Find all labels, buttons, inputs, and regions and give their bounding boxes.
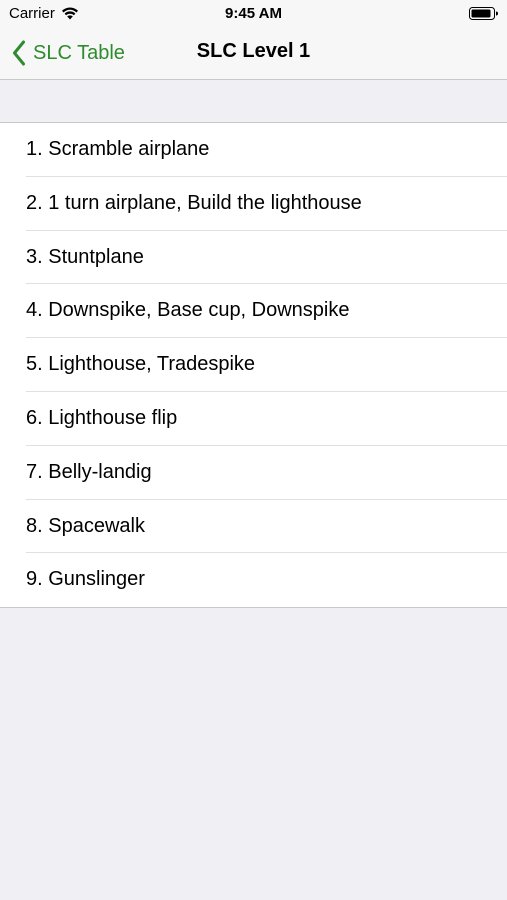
list-item-label: 5. Lighthouse, Tradespike [26,353,256,376]
list-item[interactable]: 1. Scramble airplane [0,123,507,177]
section-header-gap [0,80,507,122]
list-item[interactable]: 5. Lighthouse, Tradespike [0,338,507,392]
list-item[interactable]: 4. Downspike, Base cup, Downspike [0,284,507,339]
page-title: SLC Level 1 [196,40,311,62]
list-item-label: 8. Spacewalk [26,514,145,537]
list-item[interactable]: 7. Belly-landig [0,446,507,500]
list-item[interactable]: 8. Spacewalk [0,500,507,554]
trick-list: 1. Scramble airplane 2. 1 turn airplane,… [0,122,507,609]
list-item-label: 3. Stuntplane [26,245,144,268]
list-item-label: 6. Lighthouse flip [26,406,178,429]
top-bar: Carrier 9:45 AM SLC Table SLC Level 1 [0,0,507,80]
status-bar: Carrier 9:45 AM [0,0,507,28]
navigation-bar: SLC Table SLC Level 1 [0,28,507,79]
list-item[interactable]: 3. Stuntplane [0,231,507,285]
list-item[interactable]: 2. 1 turn airplane, Build the lighthouse [0,177,507,231]
status-time: 9:45 AM [225,5,282,22]
list-item[interactable]: 6. Lighthouse flip [0,392,507,446]
list-item[interactable]: 9. Gunslinger [0,553,507,607]
list-item-label: 9. Gunslinger [26,568,145,591]
list-item-label: 7. Belly-landig [26,460,152,483]
battery-icon [469,7,498,20]
list-item-label: 4. Downspike, Base cup, Downspike [26,299,350,322]
list-item-label: 2. 1 turn airplane, Build the lighthouse [26,191,362,214]
list-item-label: 1. Scramble airplane [26,138,210,160]
